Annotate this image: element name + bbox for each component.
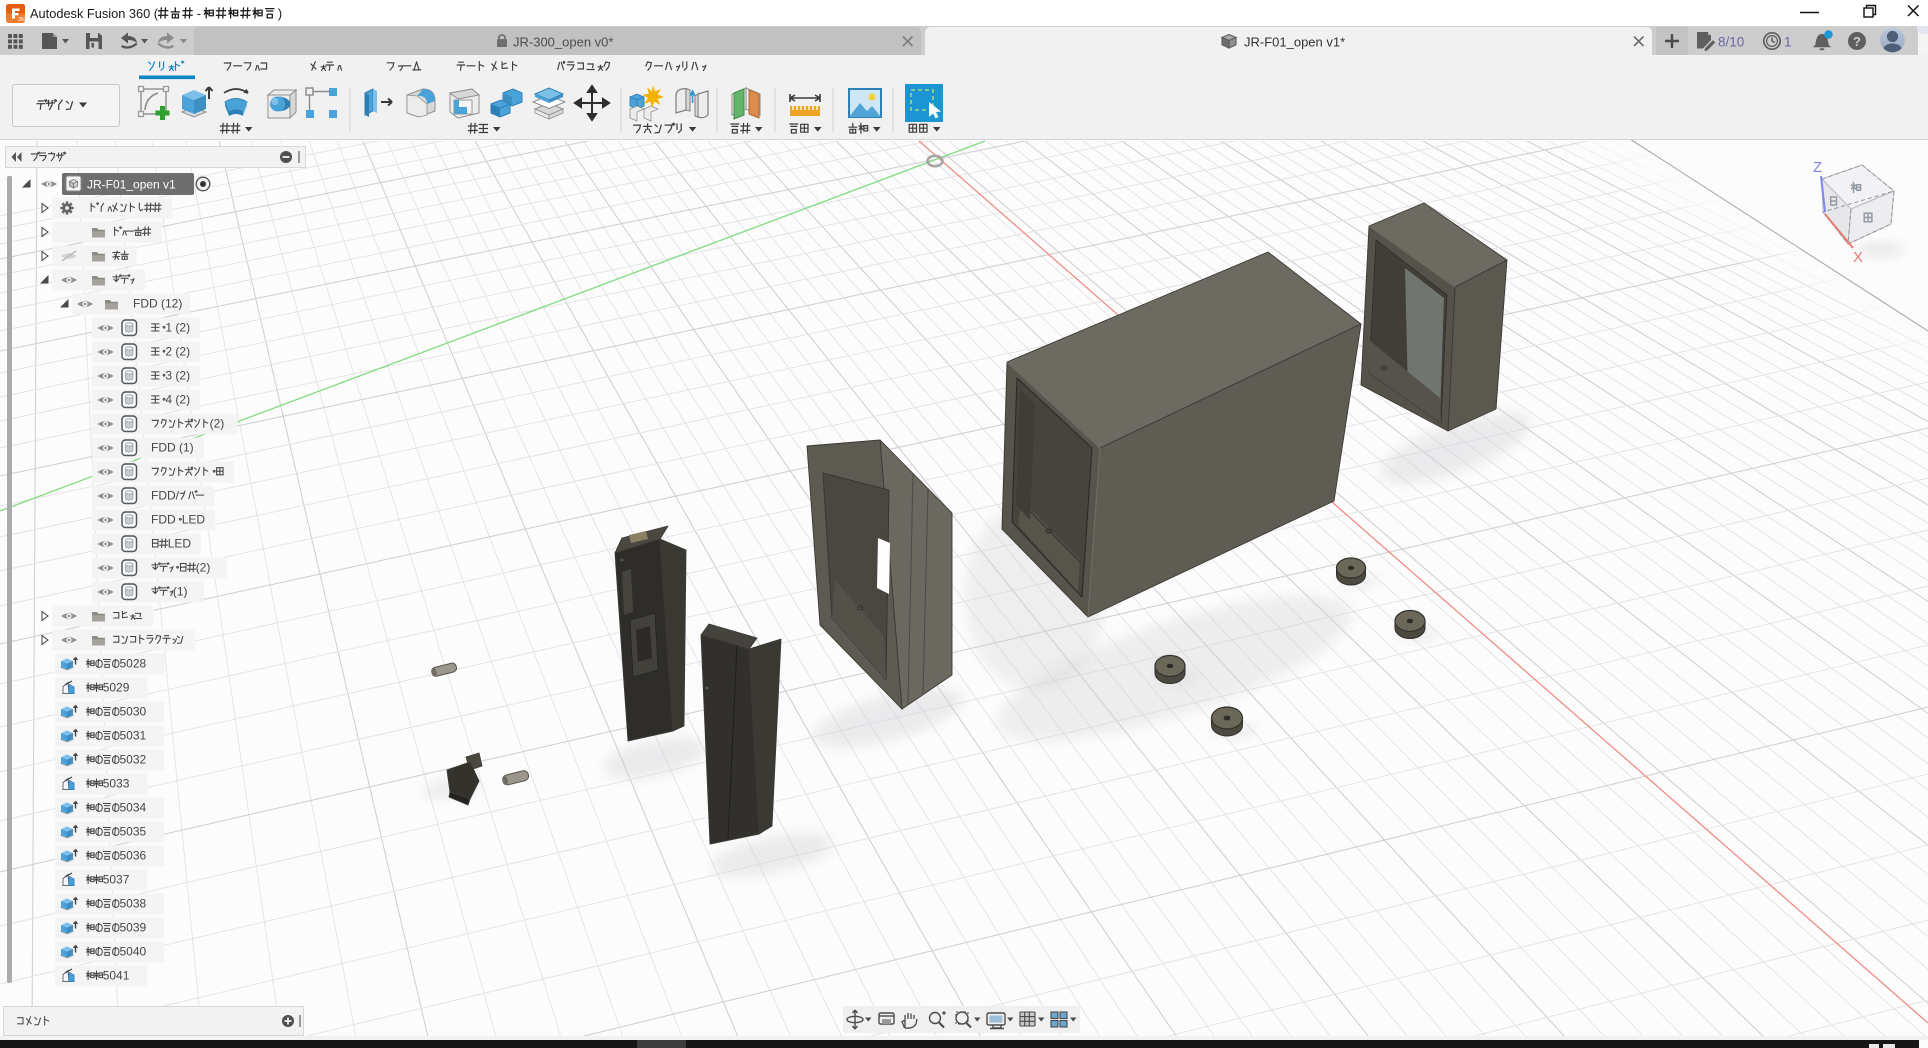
svg-text:JR-F01_open v1*: JR-F01_open v1* — [1244, 35, 1345, 50]
svg-text:FDD/: FDD/ — [151, 488, 180, 502]
svg-text:5037: 5037 — [103, 873, 130, 887]
svg-text:5038: 5038 — [120, 897, 147, 911]
svg-text:8/10: 8/10 — [1718, 35, 1744, 50]
svg-text:FDD (12): FDD (12) — [133, 296, 182, 310]
svg-text:3 (2): 3 (2) — [165, 368, 190, 382]
svg-text:(1): (1) — [173, 585, 188, 599]
svg-text:FDD: FDD — [151, 513, 176, 527]
svg-text:(2): (2) — [196, 561, 211, 575]
svg-text:JR-F01_open v1: JR-F01_open v1 — [87, 178, 176, 192]
svg-text:5030: 5030 — [120, 705, 147, 719]
svg-text:5028: 5028 — [120, 657, 147, 671]
svg-text:4 (2): 4 (2) — [165, 392, 190, 406]
svg-text:5036: 5036 — [120, 849, 147, 863]
svg-text:5039: 5039 — [120, 921, 147, 935]
svg-text:Z: Z — [1813, 159, 1822, 176]
svg-text:X: X — [1853, 249, 1863, 266]
svg-text:?: ? — [1853, 34, 1861, 49]
svg-text:FDD (1): FDD (1) — [151, 440, 194, 454]
svg-text:5034: 5034 — [120, 801, 147, 815]
svg-text:2 (2): 2 (2) — [165, 344, 190, 358]
svg-text:1 (2): 1 (2) — [165, 320, 190, 334]
svg-text:LED: LED — [182, 513, 206, 527]
svg-text:5041: 5041 — [103, 969, 130, 983]
svg-text:5031: 5031 — [120, 729, 147, 743]
svg-text:JR-300_open v0*: JR-300_open v0* — [513, 35, 613, 50]
svg-text:5033: 5033 — [103, 777, 130, 791]
svg-text:1: 1 — [1784, 35, 1792, 50]
svg-text:5035: 5035 — [120, 825, 147, 839]
svg-text:5040: 5040 — [120, 945, 147, 959]
svg-text:LED: LED — [168, 537, 192, 551]
svg-text:5032: 5032 — [120, 753, 147, 767]
svg-text:(2): (2) — [210, 416, 225, 430]
svg-text:5029: 5029 — [103, 681, 130, 695]
